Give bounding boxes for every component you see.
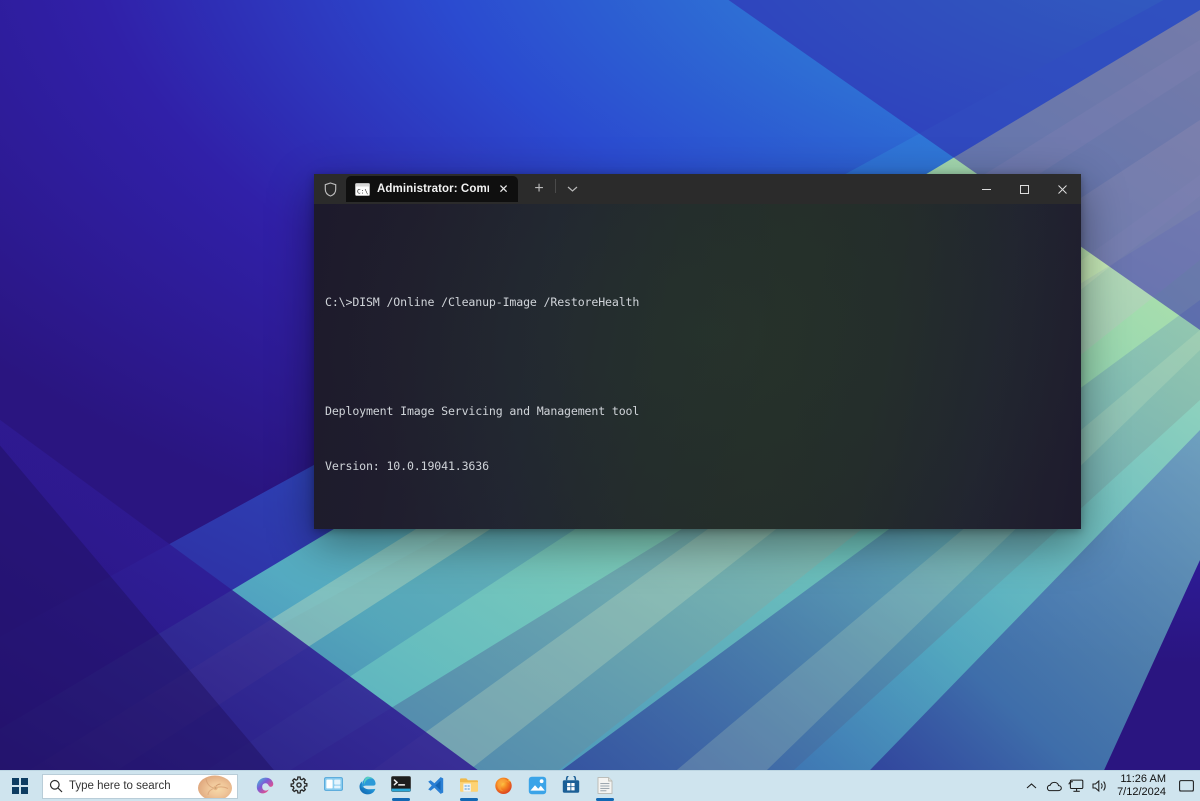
chevron-up-icon[interactable]	[1020, 771, 1042, 801]
desktop: C:\ Administrator: Command Pror ✕ +	[0, 0, 1200, 801]
titlebar-left-group: C:\ Administrator: Command Pror ✕ +	[314, 174, 585, 204]
command-prompt-icon: C:\	[355, 182, 370, 196]
folder-icon	[460, 777, 478, 792]
active-indicator	[392, 797, 410, 801]
gear-icon	[290, 775, 308, 794]
chevron-down-icon[interactable]	[559, 176, 585, 202]
tabbar-divider	[555, 179, 556, 193]
svg-text:C:\: C:\	[357, 188, 368, 195]
active-indicator	[596, 797, 614, 801]
taskbar-item-microsoft-store[interactable]	[554, 771, 588, 801]
maximize-button[interactable]	[1005, 174, 1043, 204]
console-line: C:\>DISM /Online /Cleanup-Image /Restore…	[325, 294, 640, 309]
search-input[interactable]: Type here to search	[42, 773, 238, 799]
close-tab-icon[interactable]: ✕	[496, 182, 511, 197]
taskbar-item-windows-terminal[interactable]	[384, 771, 418, 801]
taskbar-item-task-view[interactable]	[316, 771, 350, 801]
tab-title: Administrator: Command Pror	[377, 183, 489, 195]
minimize-button[interactable]	[967, 174, 1005, 204]
taskbar: Type here to search 11:26 AM 7/12/2024	[0, 770, 1200, 801]
terminal-body[interactable]: C:\>DISM /Online /Cleanup-Image /Restore…	[314, 204, 1081, 529]
notepad-icon	[597, 776, 613, 794]
notification-panel-icon[interactable]	[1174, 771, 1198, 801]
task-view-icon	[323, 776, 343, 791]
console-line: Version: 10.0.19041.3636	[325, 459, 489, 474]
close-window-button[interactable]	[1043, 174, 1081, 204]
taskbar-app-list	[248, 771, 622, 801]
console-line: Deployment Image Servicing and Managemen…	[325, 404, 640, 419]
terminal-window[interactable]: C:\ Administrator: Command Pror ✕ +	[314, 174, 1081, 529]
terminal-tab[interactable]: C:\ Administrator: Command Pror ✕	[346, 176, 518, 202]
taskbar-item-notepad[interactable]	[588, 771, 622, 801]
shield-icon	[320, 178, 340, 200]
start-button[interactable]	[0, 771, 40, 801]
taskbar-item-photos[interactable]	[520, 771, 554, 801]
taskbar-item-visual-studio-code[interactable]	[418, 771, 452, 801]
taskbar-item-microsoft-edge[interactable]	[350, 771, 384, 801]
active-indicator	[460, 797, 478, 801]
terminal-icon	[391, 775, 411, 792]
windows-logo-icon	[12, 778, 28, 794]
network-monitor-icon[interactable]	[1065, 771, 1088, 801]
vscode-icon	[427, 776, 443, 794]
edge-icon	[359, 776, 376, 794]
clock[interactable]: 11:26 AM 7/12/2024	[1111, 773, 1174, 799]
search-icon	[43, 779, 69, 793]
window-controls[interactable]	[967, 174, 1081, 204]
console-output: C:\>DISM /Online /Cleanup-Image /Restore…	[314, 204, 1081, 529]
taskbar-item-settings[interactable]	[282, 771, 316, 801]
clock-date: 7/12/2024	[1117, 786, 1166, 798]
copilot-icon	[256, 777, 273, 793]
terminal-titlebar[interactable]: C:\ Administrator: Command Pror ✕ +	[314, 174, 1081, 204]
new-tab-button[interactable]: +	[526, 176, 552, 202]
clock-time: 11:26 AM	[1120, 773, 1166, 785]
onedrive-cloud-icon[interactable]	[1042, 771, 1065, 801]
system-tray: 11:26 AM 7/12/2024	[1020, 771, 1200, 801]
speaker-icon[interactable]	[1088, 771, 1111, 801]
photos-icon	[528, 776, 546, 794]
taskbar-item-firefox[interactable]	[486, 771, 520, 801]
taskbar-item-copilot[interactable]	[248, 771, 282, 801]
nautilus-shell-image	[195, 775, 235, 798]
store-icon	[562, 775, 580, 793]
firefox-icon	[494, 777, 512, 794]
taskbar-item-file-explorer[interactable]	[452, 771, 486, 801]
